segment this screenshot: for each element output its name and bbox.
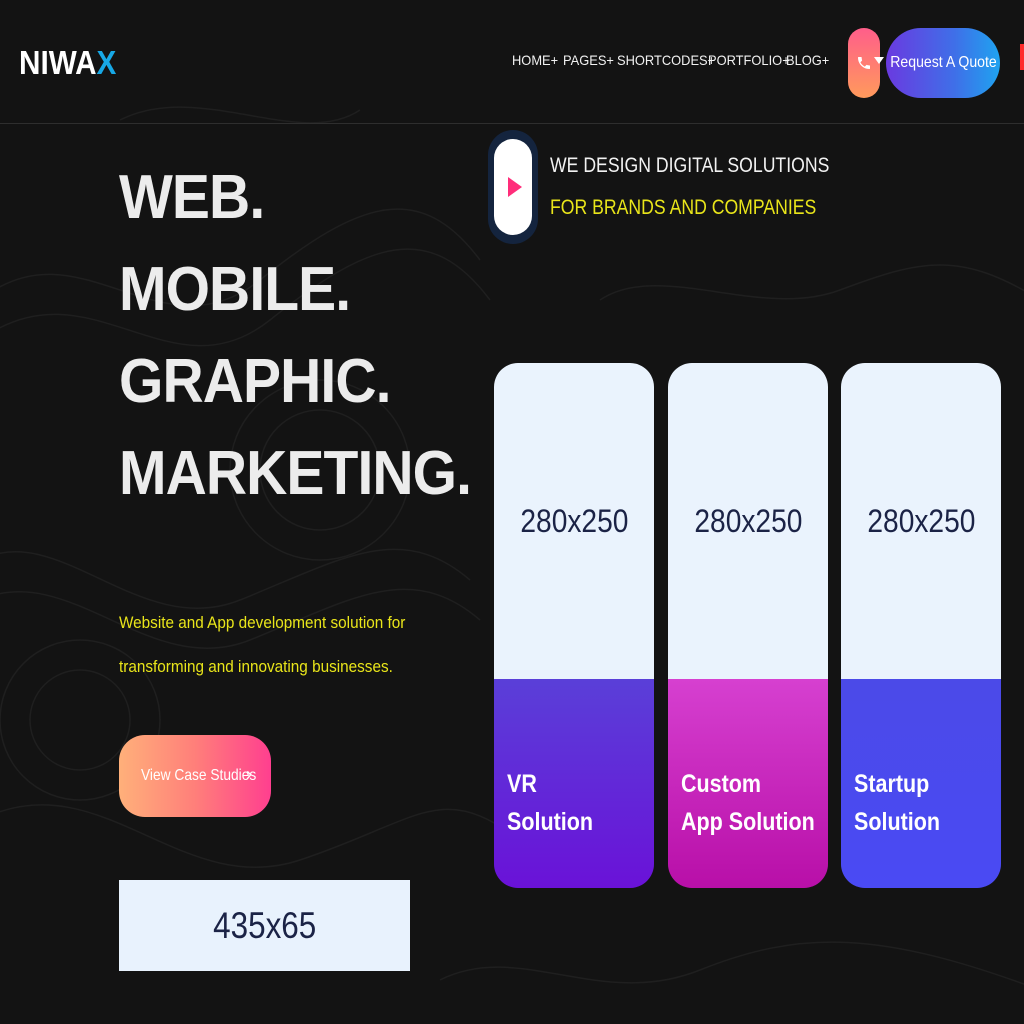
headline-web: WEB. (119, 163, 265, 232)
hero-headline: WEB. MOBILE. GRAPHIC. MARKETING. (119, 152, 502, 520)
card-image-size: 280x250 (866, 502, 976, 539)
tagline-line-2: transforming and innovating businesses. (119, 657, 393, 676)
view-case-studies-label: View Case Studies (141, 767, 257, 784)
nav-item-blog[interactable]: BLOG+ (786, 52, 829, 68)
nav-item-portfolio[interactable]: PORTFOLIO+ (708, 52, 790, 68)
ad-banner-placeholder[interactable]: 435x65 (119, 880, 410, 971)
headline-marketing: MARKETING. (119, 439, 472, 508)
card-image-placeholder: 280x250 (494, 363, 654, 679)
site-header: NIWAX HOME+ PAGES+ SHORTCODES+ PORTFOLIO… (0, 0, 1024, 124)
card-image-size: 280x250 (519, 502, 629, 539)
request-quote-button[interactable]: Request A Quote (886, 28, 1000, 98)
card-image-placeholder: 280x250 (668, 363, 828, 679)
card-title: VR Solution (494, 679, 654, 888)
dropdown-caret-icon[interactable] (874, 57, 884, 64)
headline-mobile: MOBILE. (119, 255, 351, 324)
intro-line-2: FOR BRANDS AND COMPANIES (550, 196, 817, 219)
card-title: Startup Solution (841, 679, 1001, 888)
card-title-line-1: Custom (681, 770, 762, 798)
tagline-line-1: Website and App development solution for (119, 613, 406, 632)
card-image-placeholder: 280x250 (841, 363, 1001, 679)
request-quote-label: Request A Quote (889, 54, 997, 71)
service-card-vr[interactable]: 280x250 VR Solution (494, 363, 654, 888)
card-image-size: 280x250 (693, 502, 803, 539)
play-button-inner (494, 139, 532, 235)
intro-line-1: WE DESIGN DIGITAL SOLUTIONS (550, 154, 830, 177)
logo-accent: X (96, 44, 117, 81)
play-icon (508, 177, 522, 197)
service-card-custom-app[interactable]: 280x250 Custom App Solution (668, 363, 828, 888)
card-title-line-2: Solution (854, 808, 940, 836)
card-title-line-1: VR (507, 770, 537, 798)
headline-graphic: GRAPHIC. (119, 347, 391, 416)
chevron-right-icon: › (246, 764, 252, 784)
card-title: Custom App Solution (668, 679, 828, 888)
card-title-line-2: Solution (507, 808, 593, 836)
nav-item-pages[interactable]: PAGES+ (563, 52, 614, 68)
logo-text: NIWA (19, 44, 97, 81)
logo[interactable]: NIWAX (19, 44, 116, 82)
phone-icon (858, 57, 870, 69)
nav-item-shortcodes[interactable]: SHORTCODES+ (617, 52, 715, 68)
card-title-line-1: Startup (854, 770, 930, 798)
card-title-line-2: App Solution (681, 808, 815, 836)
play-video-button[interactable] (488, 130, 538, 244)
hero-tagline: Website and App development solution for… (119, 601, 406, 689)
ad-banner-size: 435x65 (212, 904, 317, 946)
nav-item-home[interactable]: HOME+ (512, 52, 558, 68)
edge-marker (1020, 44, 1024, 70)
service-card-startup[interactable]: 280x250 Startup Solution (841, 363, 1001, 888)
